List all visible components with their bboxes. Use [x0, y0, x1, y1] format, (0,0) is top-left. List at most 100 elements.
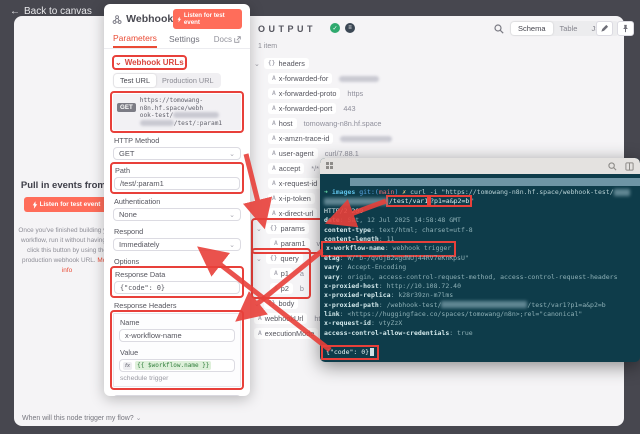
output-title: OUTPUT	[258, 24, 316, 34]
pin-data-button[interactable]	[617, 21, 634, 36]
terminal-text: /test/var1	[388, 197, 429, 205]
object-type-icon: {}	[270, 225, 278, 232]
schema-value: tomowang-n8n.hf.space	[304, 119, 382, 128]
schema-key: x-request-id	[279, 179, 318, 188]
schema-key-pill: Ax-ip-token	[268, 193, 315, 204]
schema-key: executionMode	[265, 329, 315, 338]
string-type-icon: A	[274, 240, 278, 247]
trigger-flow-question[interactable]: When will this node trigger my flow? ⌄	[22, 414, 141, 422]
listen-test-event-button[interactable]: Listen for test event	[173, 9, 242, 29]
blurred-text	[173, 112, 219, 118]
tab-parameters[interactable]: Parameters	[113, 33, 157, 48]
terminal-text: x-request-id	[324, 319, 371, 327]
terminal-output: ➜ images git:(main) ✗ curl -i "https://t…	[324, 188, 638, 357]
schema-key-pill: AwebhookUrl	[254, 313, 307, 324]
terminal-text: ➜	[324, 188, 332, 196]
expression-fx-badge: fx	[123, 362, 132, 370]
bolt-icon	[32, 201, 38, 209]
annotation-box: {"code": 0}	[324, 348, 376, 357]
view-table-tab[interactable]: Table	[553, 22, 585, 35]
terminal-text: HTTP/2 200	[324, 207, 363, 215]
chevron-down-icon: ⌄	[229, 211, 235, 219]
schema-row[interactable]: Ax-forwarded-for	[268, 71, 634, 86]
header-value-input[interactable]: fx {{ $workflow.name }}	[119, 359, 235, 372]
terminal-selection-strip	[350, 178, 640, 186]
search-icon[interactable]	[494, 24, 504, 34]
schema-row[interactable]: ⌄{}headers	[254, 56, 634, 71]
webhook-node-panel: Webhook Listen for test event Parameters…	[104, 4, 250, 396]
schema-key-pill: Ap1	[270, 268, 293, 279]
docs-link[interactable]: Docs	[214, 35, 241, 48]
object-type-icon: {}	[270, 255, 278, 262]
terminal-text: vary	[324, 273, 340, 281]
annotation-box: x-workflow-name: webhook trigger	[324, 244, 453, 253]
terminal-line: x-proxied-replica: k28r39zn-m7lms	[324, 291, 638, 300]
test-url-tab[interactable]: Test URL	[114, 74, 156, 87]
path-input[interactable]: /test/:param1	[114, 177, 240, 190]
terminal-line: x-workflow-name: webhook trigger	[324, 244, 638, 253]
terminal-text: : Accept-Encoding	[340, 263, 407, 271]
chevron-down-icon: ⌄	[115, 58, 122, 67]
schema-key-pill: Ax-direct-url	[268, 208, 317, 219]
external-link-icon	[234, 36, 241, 43]
terminal-line: x-request-id: vtyZzX	[324, 319, 638, 328]
production-url-tab[interactable]: Production URL	[156, 74, 220, 87]
terminal-text: ✗	[402, 188, 410, 196]
header-name-input[interactable]: x-workflow-name	[119, 329, 235, 342]
schema-key: param1	[281, 239, 306, 248]
schema-key: x-ip-token	[279, 194, 311, 203]
schema-key-pill: Auser-agent	[268, 148, 318, 159]
terminal-text: link	[324, 310, 340, 318]
expression-value: {{ $workflow.name }}	[135, 361, 211, 370]
schema-row[interactable]: Ahosttomowang-n8n.hf.space	[268, 116, 634, 131]
view-schema-tab[interactable]: Schema	[511, 22, 553, 35]
string-type-icon: A	[272, 75, 276, 82]
schema-row[interactable]: Ax-amzn-trace-id	[268, 131, 634, 146]
http-method-select[interactable]: GET ⌄	[113, 147, 241, 160]
add-response-header-button[interactable]: Add Response Header	[113, 395, 241, 396]
listen-test-event-button-side[interactable]: Listen for test event	[24, 197, 108, 212]
edit-output-button[interactable]	[596, 21, 613, 36]
schema-key: query	[280, 254, 298, 263]
respond-label: Respond	[114, 227, 241, 236]
terminal-line: /test/var1?p1=a&p2=b"	[324, 197, 638, 206]
schema-key: p1	[281, 269, 289, 278]
respond-select[interactable]: Immediately ⌄	[113, 238, 241, 251]
blurred-text	[441, 301, 527, 308]
auth-select[interactable]: None ⌄	[113, 208, 241, 221]
schema-row[interactable]: Ax-forwarded-protohttps	[268, 86, 634, 101]
terminal-text: etag	[324, 254, 340, 262]
string-type-icon: A	[274, 270, 278, 277]
search-icon[interactable]	[608, 162, 617, 171]
terminal-titlebar[interactable]	[320, 158, 640, 174]
expression-preview: schedule trigger	[120, 375, 235, 382]
items-count: 1 item	[258, 43, 277, 50]
schema-key-pill: Aaccept	[268, 163, 304, 174]
schema-value: 443	[343, 104, 355, 113]
schema-row[interactable]: ⌄{}query	[256, 251, 304, 266]
layout-icon[interactable]	[625, 162, 634, 171]
schema-key-pill: Ax-request-id	[268, 178, 321, 189]
terminal-text: "	[470, 197, 474, 205]
terminal-window: ➜ images git:(main) ✗ curl -i "https://t…	[320, 158, 640, 362]
schema-key: x-forwarded-proto	[279, 89, 337, 98]
success-check-icon: ✓	[330, 23, 340, 33]
terminal-text: /test/var1?p1=a&p2=b	[527, 301, 605, 309]
webhook-urls-collapser[interactable]: ⌄ Webhook URLs	[115, 58, 184, 67]
schema-key: x-forwarded-port	[279, 104, 333, 113]
schema-row[interactable]: Ap2b	[270, 281, 304, 296]
tab-settings[interactable]: Settings	[169, 34, 200, 48]
terminal-text: : http://10.108.72.40	[379, 282, 461, 290]
terminal-line: ➜ images git:(main) ✗ curl -i "https://t…	[324, 188, 638, 197]
response-data-input[interactable]: {"code": 0}	[114, 281, 240, 294]
terminal-text: : webhook trigger	[385, 244, 452, 252]
terminal-text: images	[332, 188, 359, 196]
schema-key: accept	[279, 164, 301, 173]
schema-key: params	[280, 224, 304, 233]
string-type-icon: A	[272, 210, 276, 217]
back-to-canvas-link[interactable]: ← Back to canvas	[10, 6, 92, 17]
webhook-url-display[interactable]: GET https://tomowang-n8n.hf.space/webh o…	[113, 94, 241, 130]
schema-row[interactable]: Ax-forwarded-port443	[268, 101, 634, 116]
schema-key: x-direct-url	[279, 209, 313, 218]
schema-row[interactable]: Ap1a	[270, 266, 304, 281]
